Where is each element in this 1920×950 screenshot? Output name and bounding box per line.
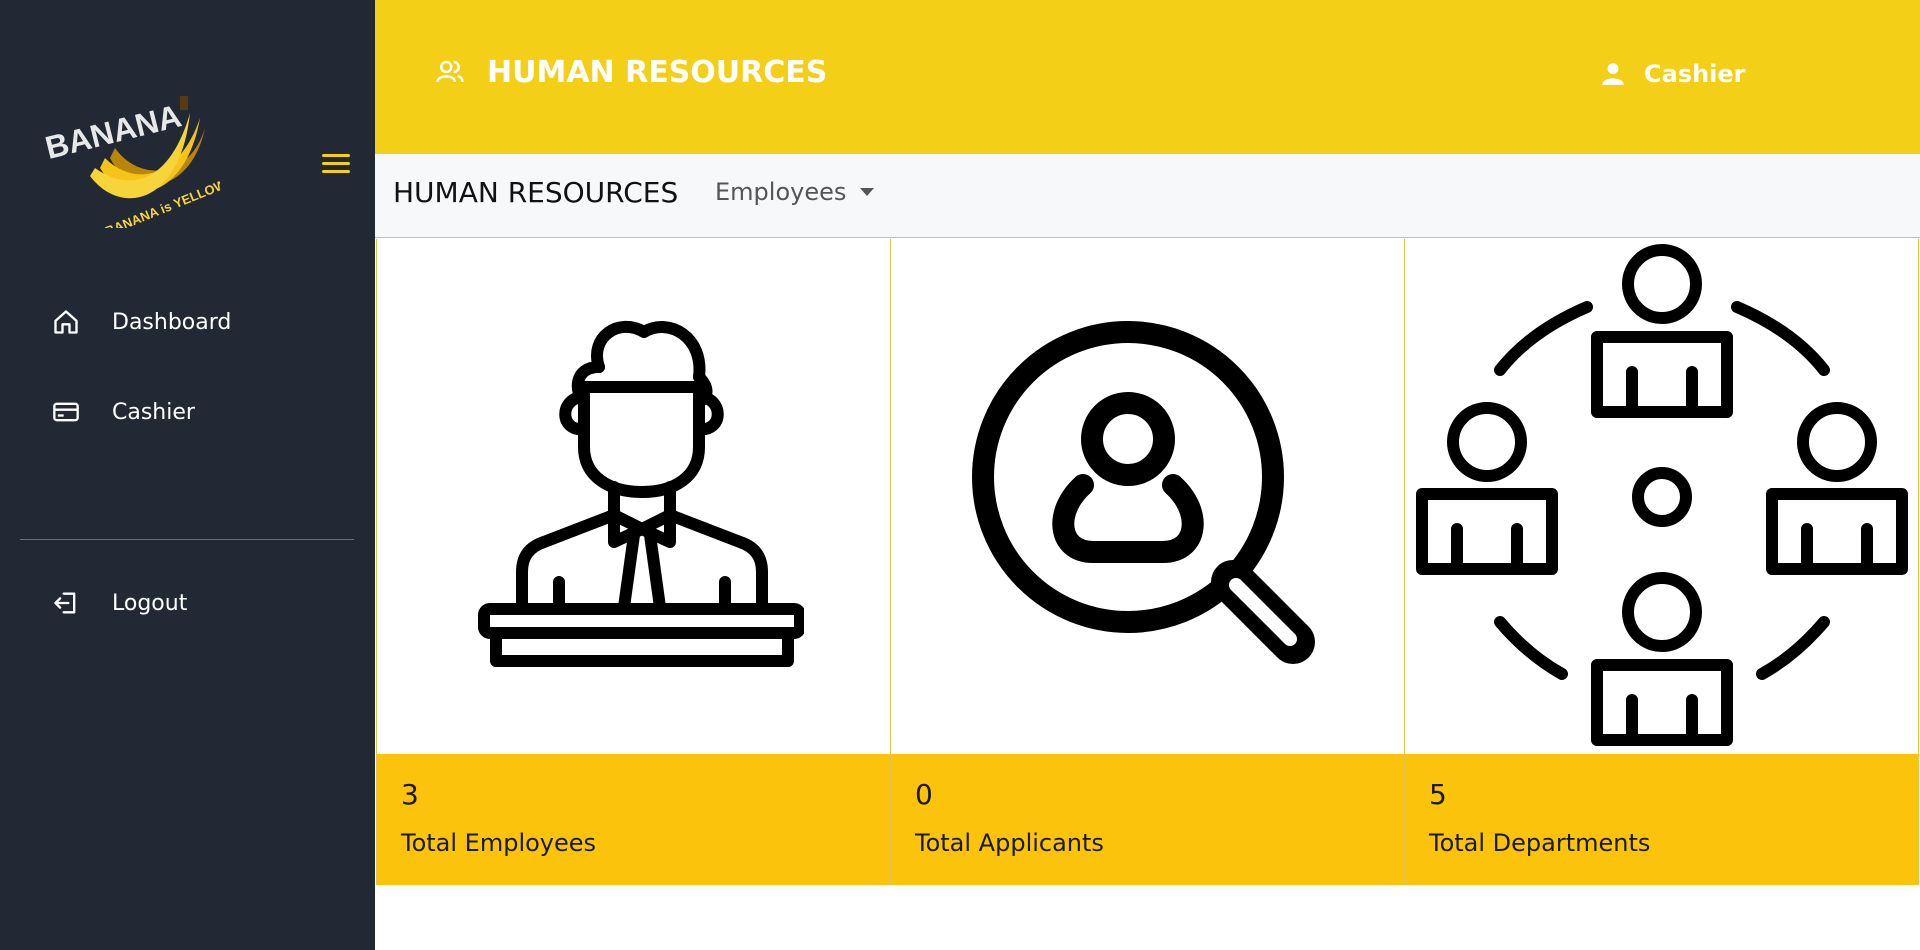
logout-icon xyxy=(50,587,82,619)
employees-dropdown[interactable]: Employees xyxy=(715,178,875,206)
breadcrumb-bar: HUMAN RESOURCES Employees xyxy=(375,154,1920,238)
card-count: 5 xyxy=(1429,778,1447,811)
card-count: 0 xyxy=(915,778,933,811)
sidebar-item-dashboard[interactable]: Dashboard xyxy=(50,302,231,342)
card-label: Total Departments xyxy=(1429,829,1651,857)
logout-label: Logout xyxy=(112,590,188,616)
credit-card-icon xyxy=(50,396,82,428)
card-footer: 0 Total Applicants xyxy=(891,754,1404,885)
users-icon xyxy=(435,57,465,87)
card-image xyxy=(1405,239,1918,754)
banana-logo[interactable]: BANANA BANANA is YELLOW! xyxy=(40,88,232,239)
card-footer: 5 Total Departments xyxy=(1405,754,1918,885)
user-name: Cashier xyxy=(1644,60,1746,88)
card-count: 3 xyxy=(401,778,419,811)
sidebar: BANANA BANANA is YELLOW! Dashboard Cashi… xyxy=(0,0,375,950)
stats-cards: 3 Total Employees 0 Total Applicants 5 T… xyxy=(376,239,1919,885)
card-image xyxy=(377,239,890,754)
sidebar-item-cashier[interactable]: Cashier xyxy=(50,392,195,432)
dropdown-label: Employees xyxy=(715,178,847,206)
sidebar-divider xyxy=(20,539,354,540)
sidebar-item-label: Dashboard xyxy=(112,309,232,335)
top-header: HUMAN RESOURCES Cashier xyxy=(375,0,1920,154)
user-menu-button[interactable]: Cashier xyxy=(1600,54,1746,94)
logout-button[interactable]: Logout xyxy=(50,583,187,623)
sidebar-item-label: Cashier xyxy=(112,399,195,425)
card-image xyxy=(891,239,1404,754)
user-icon xyxy=(1600,61,1626,87)
card-label: Total Employees xyxy=(401,829,597,857)
department-network-icon xyxy=(1415,243,1908,746)
header-title-text: HUMAN RESOURCES xyxy=(487,54,828,90)
card-label: Total Applicants xyxy=(915,829,1104,857)
hamburger-menu-icon[interactable] xyxy=(322,154,350,178)
home-icon xyxy=(50,306,82,338)
card-total-employees[interactable]: 3 Total Employees xyxy=(377,239,891,885)
card-footer: 3 Total Employees xyxy=(377,754,890,885)
page-title: HUMAN RESOURCES xyxy=(393,176,679,209)
card-total-applicants[interactable]: 0 Total Applicants xyxy=(891,239,1405,885)
caret-down-icon xyxy=(860,188,875,196)
header-title: HUMAN RESOURCES xyxy=(435,50,827,94)
card-total-departments[interactable]: 5 Total Departments xyxy=(1405,239,1918,885)
employee-icon xyxy=(477,320,804,667)
applicant-search-icon xyxy=(971,320,1315,664)
